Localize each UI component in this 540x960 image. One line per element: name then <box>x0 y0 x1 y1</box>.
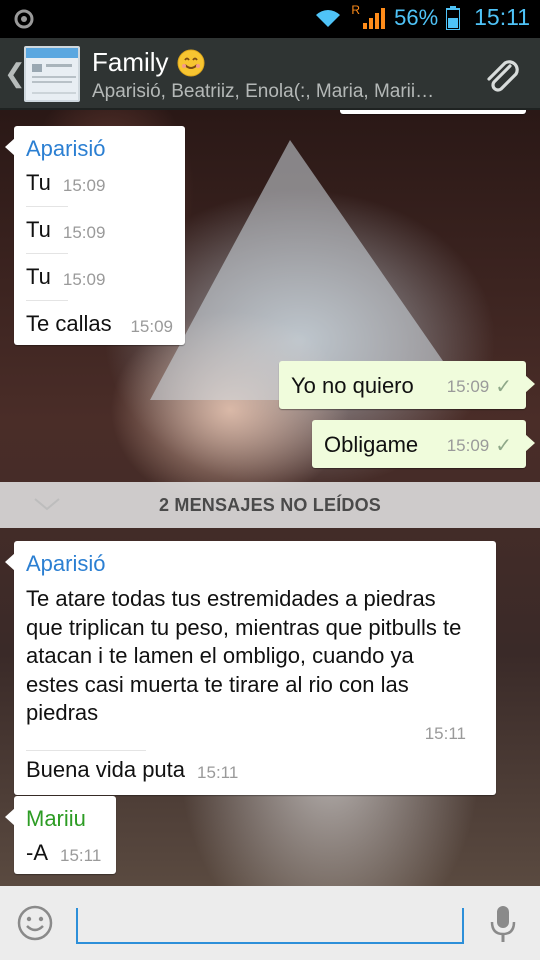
message-time: 15:09 <box>446 435 490 455</box>
status-bar: R 56% 15:11 <box>0 0 540 38</box>
message-line[interactable]: Tu 15:09 <box>26 170 173 196</box>
message-time: 15:09 <box>62 176 106 195</box>
incoming-message-group[interactable]: Mariiu -A 15:11 <box>5 796 116 874</box>
message-line[interactable]: Tu 15:09 <box>26 264 173 290</box>
battery-icon <box>446 5 461 30</box>
participants-list[interactable]: Aparisió, Beatriiz, Enola(:, Maria, Mari… <box>92 81 462 103</box>
line-separator <box>26 206 68 207</box>
chat-area[interactable]: Aparisió Tu 15:09 Tu 15:09 Tu 15:09 Te c… <box>0 110 540 886</box>
message-line[interactable]: -A 15:11 <box>26 840 104 866</box>
smiley-emoji-icon <box>177 49 205 76</box>
message-line[interactable]: Tu 15:09 <box>26 217 173 243</box>
unread-messages-banner[interactable]: 2 MENSAJES NO LEÍDOS <box>0 482 540 528</box>
battery-percent: 56% <box>394 4 439 30</box>
sender-name[interactable]: Aparisió <box>26 136 173 162</box>
line-separator <box>26 300 68 301</box>
message-text: Obligame <box>324 432 419 457</box>
checkmark-icon: ✓ <box>495 376 512 398</box>
notification-icon <box>14 9 34 29</box>
checkmark-icon: ✓ <box>495 435 512 457</box>
message-text: Yo no quiero <box>291 373 414 398</box>
message-line[interactable]: Te callas 15:09 <box>26 311 173 337</box>
message-line[interactable]: Buena vida puta 15:11 <box>26 757 466 783</box>
line-separator <box>26 749 146 751</box>
outgoing-message[interactable]: Obligame 15:09 ✓ <box>312 420 535 468</box>
message-time: 15:09 <box>130 317 173 336</box>
bubble-tail <box>525 375 535 393</box>
message-text: Tu <box>26 170 51 195</box>
smiley-icon[interactable] <box>16 904 54 942</box>
sender-name[interactable]: Mariiu <box>26 806 104 832</box>
message-text: Te callas <box>26 311 112 336</box>
bubble-tail <box>525 434 535 452</box>
signal-icon <box>363 7 386 29</box>
group-avatar[interactable] <box>24 46 80 102</box>
bubble-tail <box>5 138 15 156</box>
chevron-left-icon[interactable]: ❮ <box>4 58 26 89</box>
message-text: -A <box>26 840 48 865</box>
chevron-down-icon[interactable] <box>32 492 62 516</box>
incoming-message-group[interactable]: Aparisió Tu 15:09 Tu 15:09 Tu 15:09 Te c… <box>5 126 185 345</box>
sender-name[interactable]: Aparisió <box>26 551 466 577</box>
message-text: Te atare todas tus estremidades a piedra… <box>26 586 462 725</box>
message-time: 15:09 <box>446 376 490 396</box>
message-time: 15:11 <box>60 846 102 865</box>
roaming-indicator: R <box>351 2 361 17</box>
wifi-icon <box>316 9 341 27</box>
unread-count-label: 2 MENSAJES NO LEÍDOS <box>158 494 382 515</box>
group-name: Family <box>92 47 169 77</box>
microphone-icon[interactable] <box>488 904 518 944</box>
incoming-message-group[interactable]: Aparisió Te atare todas tus estremidades… <box>5 541 496 795</box>
message-input[interactable] <box>76 908 464 944</box>
message-time: 15:09 <box>62 223 106 242</box>
message-time: 15:11 <box>424 723 466 743</box>
avatar-thumbnail-icon <box>26 48 78 94</box>
message-text: Tu <box>26 264 51 289</box>
compose-bar <box>0 886 540 960</box>
chat-header[interactable]: ❮ Family Aparisió, Beatriiz, Enola(:, Ma… <box>0 38 540 110</box>
message-time: 15:11 <box>197 762 239 782</box>
bubble-tail <box>5 553 15 571</box>
message-time: 15:09 <box>62 270 106 289</box>
clock: 15:11 <box>474 4 530 30</box>
message-text: Buena vida puta <box>26 756 186 782</box>
cut-off-message <box>340 110 526 114</box>
message-line[interactable]: Te atare todas tus estremidades a piedra… <box>26 585 466 728</box>
bubble-tail <box>5 808 15 826</box>
message-text: Tu <box>26 217 51 242</box>
line-separator <box>26 253 68 254</box>
outgoing-message[interactable]: Yo no quiero 15:09 ✓ <box>279 361 535 409</box>
chat-title[interactable]: Family <box>92 47 205 78</box>
paperclip-icon[interactable] <box>480 54 524 98</box>
